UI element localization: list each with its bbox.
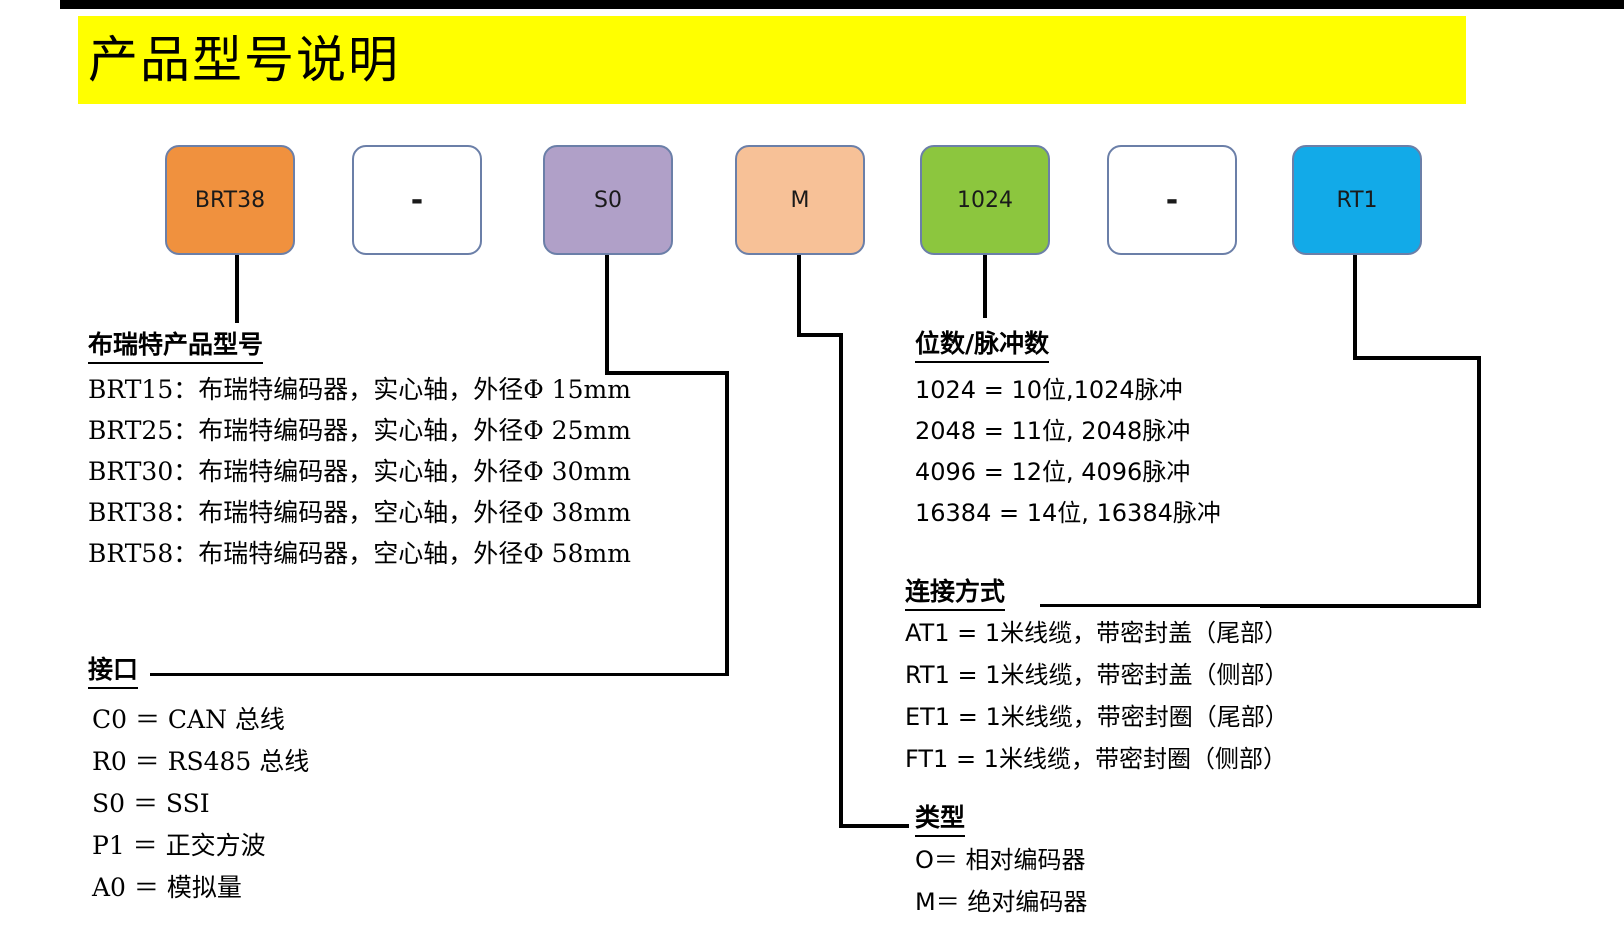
- bits-pulses-row: 2048 = 11位, 2048脉冲: [915, 417, 1191, 445]
- section-heading-connection: 连接方式: [905, 572, 1006, 611]
- connector-rt1-horizontal-1: [1353, 356, 1481, 360]
- product-model-row: BRT30：布瑞特编码器，实心轴，外径Φ 30mm: [88, 457, 631, 486]
- connection-row: RT1 = 1米线缆，带密封盖（侧部）: [905, 661, 1289, 689]
- box-dash-1-label: -: [410, 182, 424, 218]
- product-model-row: BRT38：布瑞特编码器，空心轴，外径Φ 38mm: [88, 498, 631, 527]
- interface-row: P1 ＝ 正交方波: [92, 831, 266, 860]
- connection-row: AT1 = 1米线缆，带密封盖（尾部）: [905, 619, 1289, 647]
- interface-row: A0 ＝ 模拟量: [92, 873, 242, 902]
- type-row: M＝ 绝对编码器: [915, 888, 1088, 916]
- box-1024[interactable]: 1024: [920, 145, 1050, 255]
- section-heading-bits-pulses: 位数/脉冲数: [915, 324, 1050, 363]
- section-heading-type: 类型: [915, 798, 966, 837]
- interface-heading-rule: [150, 673, 729, 676]
- section-heading-product-model: 布瑞特产品型号: [88, 325, 264, 364]
- connector-m-vertical-1: [797, 255, 801, 337]
- type-row: O＝ 相对编码器: [915, 846, 1086, 874]
- box-1024-label: 1024: [957, 187, 1013, 213]
- connector-m-horizontal-2: [839, 824, 909, 828]
- connector-rt1-vertical-2: [1477, 356, 1481, 608]
- box-s0-label: S0: [594, 187, 622, 213]
- page-title: 产品型号说明: [88, 31, 400, 89]
- box-brt38-label: BRT38: [194, 187, 266, 213]
- product-model-row: BRT25：布瑞特编码器，实心轴，外径Φ 25mm: [88, 416, 631, 445]
- connector-rt1-horizontal-2: [1260, 604, 1481, 608]
- bits-pulses-row: 16384 = 14位, 16384脉冲: [915, 499, 1221, 527]
- connection-row: ET1 = 1米线缆，带密封圈（尾部）: [905, 703, 1289, 731]
- connector-rt1-vertical-1: [1353, 255, 1357, 360]
- box-s0[interactable]: S0: [543, 145, 673, 255]
- connector-s0-vertical-2: [725, 371, 729, 676]
- connector-s0-vertical-1: [605, 255, 609, 375]
- box-brt38[interactable]: BRT38: [165, 145, 295, 255]
- connector-m-horizontal-1: [797, 333, 843, 337]
- box-m[interactable]: M: [735, 145, 865, 255]
- interface-row: C0 ＝ CAN 总线: [92, 705, 285, 734]
- box-dash-2[interactable]: -: [1107, 145, 1237, 255]
- bits-pulses-row: 1024 = 10位,1024脉冲: [915, 376, 1183, 404]
- box-rt1[interactable]: RT1: [1292, 145, 1422, 255]
- top-black-bar: [60, 0, 1624, 9]
- connector-1024: [983, 255, 987, 318]
- connection-row: FT1 = 1米线缆，带密封圈（侧部）: [905, 745, 1287, 773]
- interface-row: S0 ＝ SSI: [92, 789, 210, 818]
- product-model-row: BRT58：布瑞特编码器，空心轴，外径Φ 58mm: [88, 539, 631, 568]
- box-m-label: M: [790, 187, 810, 213]
- box-dash-1[interactable]: -: [352, 145, 482, 255]
- interface-row: R0 ＝ RS485 总线: [92, 747, 310, 776]
- connector-brt38: [235, 255, 239, 323]
- box-dash-2-label: -: [1165, 182, 1179, 218]
- connector-m-vertical-2: [839, 333, 843, 828]
- connection-heading-rule: [1040, 604, 1270, 607]
- bits-pulses-row: 4096 = 12位, 4096脉冲: [915, 458, 1191, 486]
- section-heading-interface: 接口: [88, 650, 139, 689]
- product-model-row: BRT15：布瑞特编码器，实心轴，外径Φ 15mm: [88, 375, 631, 404]
- box-rt1-label: RT1: [1336, 187, 1378, 213]
